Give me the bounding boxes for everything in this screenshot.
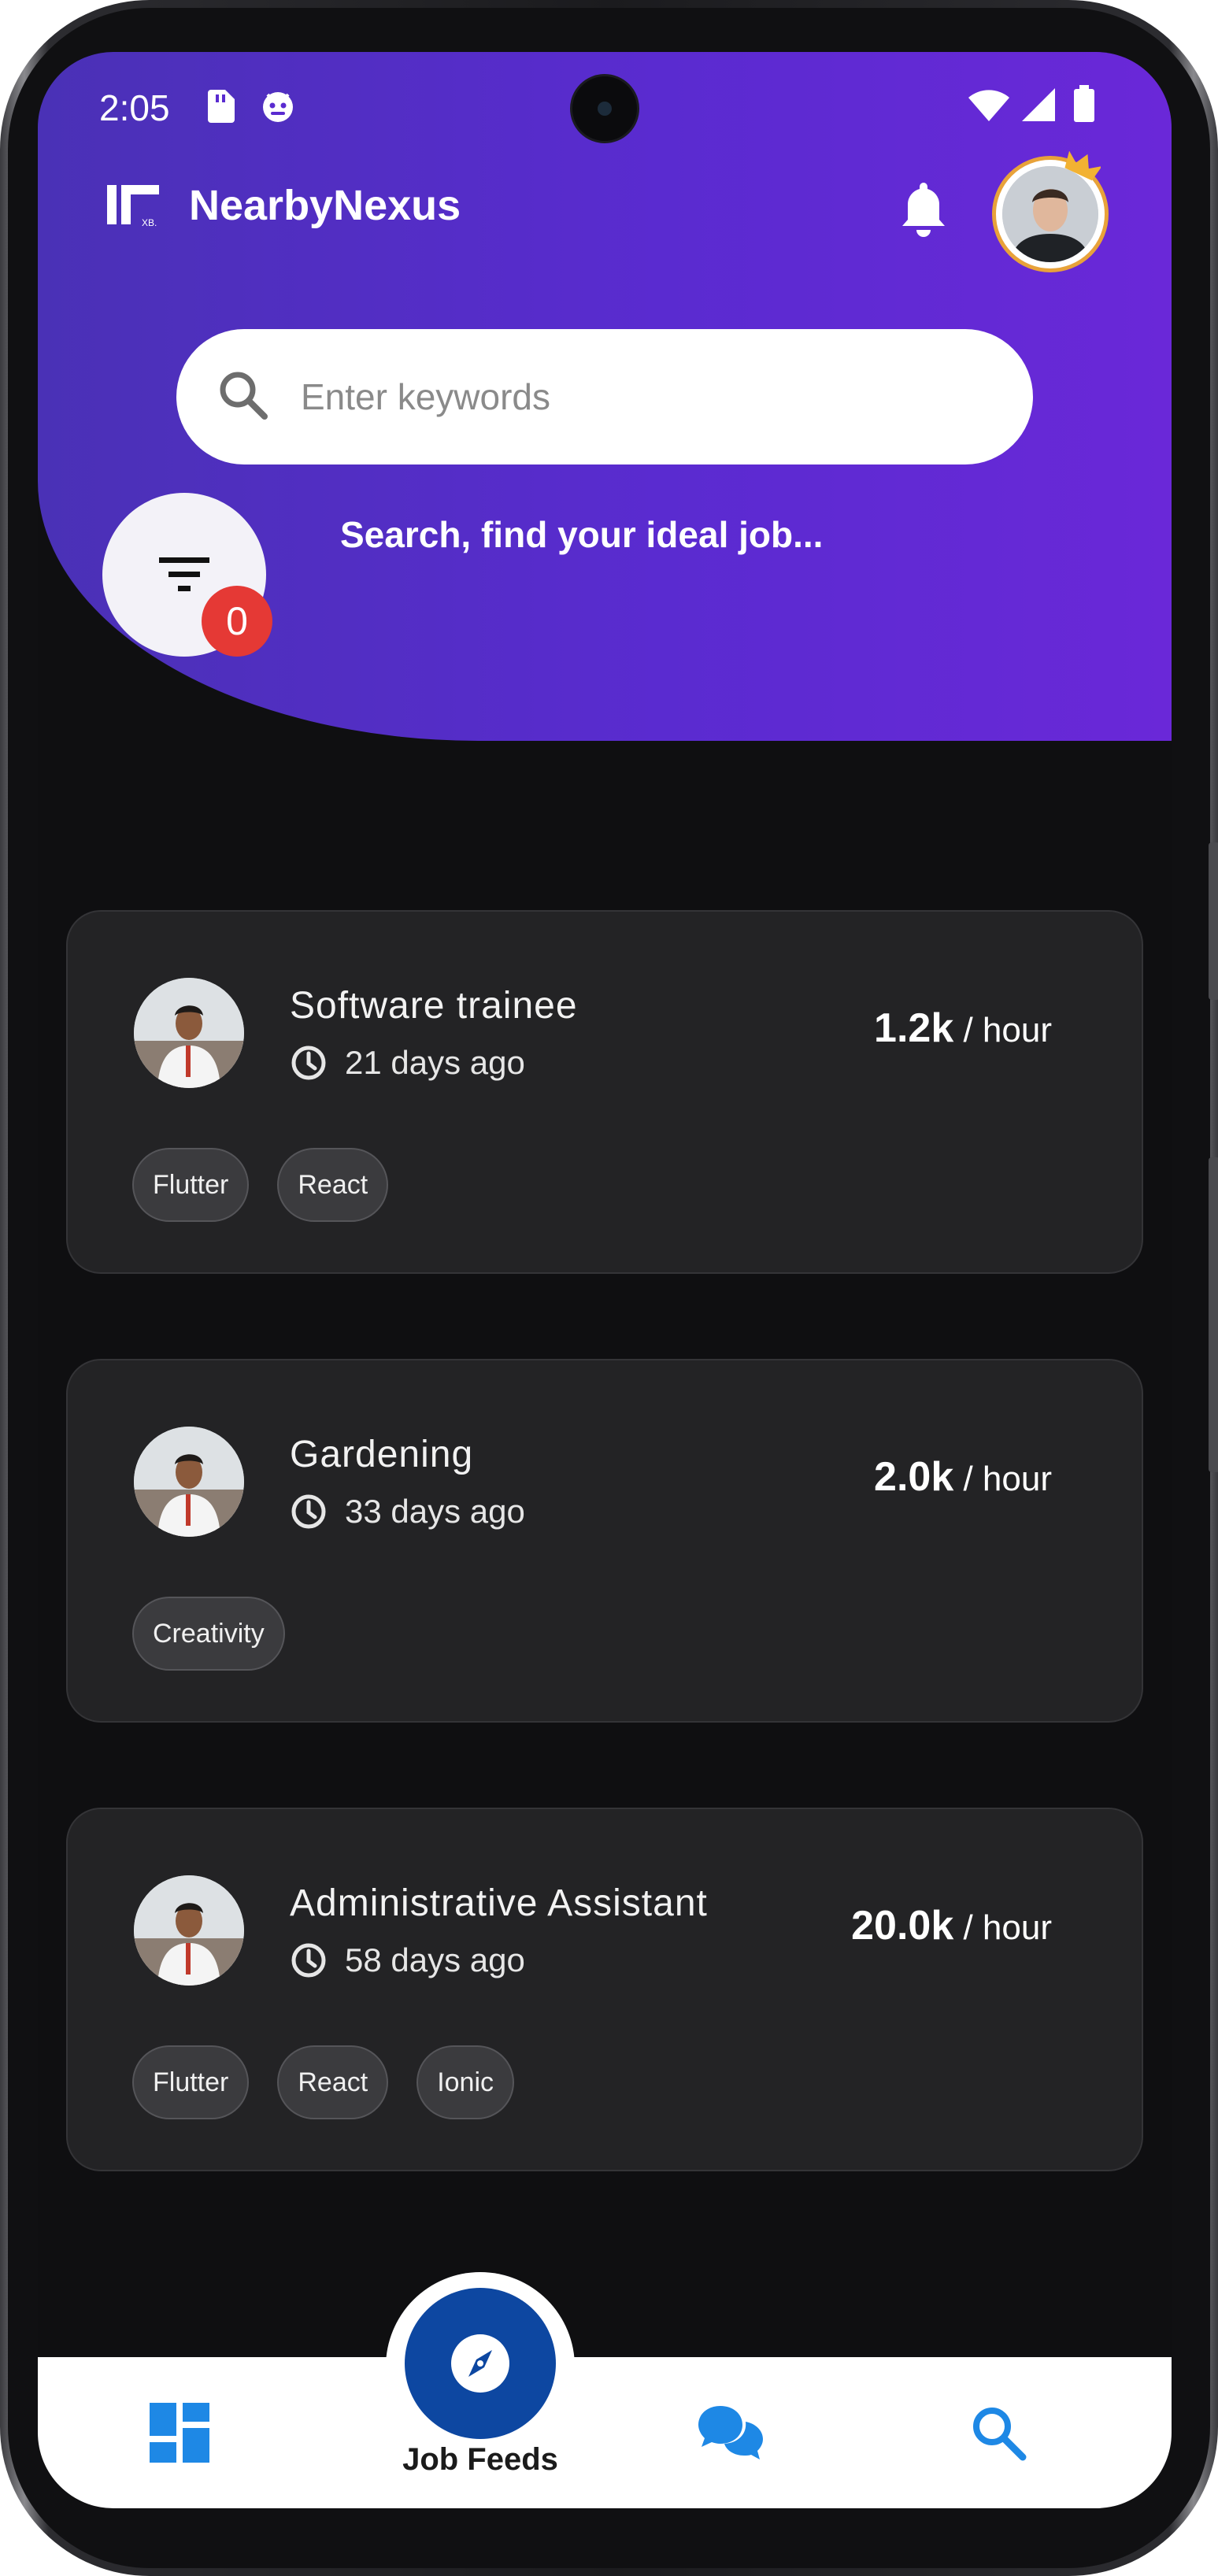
rate-value: 1.2k <box>874 1005 954 1051</box>
nav-dashboard[interactable] <box>101 2357 258 2508</box>
rate-value: 20.0k <box>851 1903 954 1949</box>
status-time: 2:05 <box>99 87 170 128</box>
crown-icon <box>1061 150 1102 190</box>
skill-tag[interactable]: Creativity <box>132 1597 285 1671</box>
job-posted: 21 days ago <box>290 1044 525 1082</box>
svg-text:XB.: XB. <box>142 217 157 228</box>
job-posted: 33 days ago <box>290 1493 525 1530</box>
front-camera <box>570 74 639 143</box>
skill-tag[interactable]: React <box>277 1148 389 1222</box>
notification-bell-icon[interactable] <box>896 178 951 245</box>
posted-time: 58 days ago <box>345 1941 525 1978</box>
app-logo-icon: XB. <box>107 182 162 229</box>
clock-icon <box>291 1046 326 1080</box>
posted-time: 33 days ago <box>345 1493 525 1530</box>
job-title: Gardening <box>290 1434 474 1475</box>
clock-icon <box>291 1494 326 1529</box>
battery-icon <box>1072 85 1096 127</box>
skill-tag[interactable]: Ionic <box>416 2045 515 2119</box>
rate-value: 2.0k <box>874 1454 954 1500</box>
job-title: Software trainee <box>290 985 578 1027</box>
chat-icon <box>698 2406 763 2459</box>
app-brand: XB. NearbyNexus <box>107 170 461 241</box>
signal-icon <box>1019 87 1057 127</box>
rate-unit: / hour <box>963 1011 1052 1049</box>
rate-unit: / hour <box>963 1460 1052 1498</box>
status-bar: 2:05 <box>38 52 1172 162</box>
employer-avatar <box>134 1875 244 1986</box>
search-tagline: Search, find your ideal job... <box>340 514 824 555</box>
job-title: Administrative Assistant <box>290 1882 708 1924</box>
compass-icon <box>451 2334 509 2393</box>
app-screen: 2:05 XB. NearbyNexus Enter keywords 0 Se… <box>38 52 1172 2508</box>
sd-card-icon <box>205 88 236 128</box>
job-feeds-label[interactable]: Job Feeds <box>384 2442 576 2478</box>
app-name: NearbyNexus <box>189 182 461 229</box>
skill-tag[interactable]: Flutter <box>132 1148 250 1222</box>
dashboard-icon <box>150 2403 209 2463</box>
wifi-icon <box>967 87 1011 127</box>
skill-tag[interactable]: Flutter <box>132 2045 250 2119</box>
job-tags: Flutter React <box>132 1148 389 1222</box>
android-debug-icon <box>260 88 296 128</box>
filter-icon <box>157 554 211 599</box>
job-card[interactable]: Software trainee 21 days ago 1.2k / hour… <box>66 910 1143 1274</box>
job-posted: 58 days ago <box>290 1941 525 1979</box>
employer-avatar <box>134 1427 244 1537</box>
job-card[interactable]: Administrative Assistant 58 days ago 20.… <box>66 1808 1143 2171</box>
volume-button <box>1209 842 1218 1000</box>
nav-chat[interactable] <box>652 2357 809 2508</box>
posted-time: 21 days ago <box>345 1044 525 1081</box>
search-input[interactable] <box>299 375 948 419</box>
nav-search[interactable] <box>920 2357 1077 2508</box>
job-rate: 1.2k / hour <box>874 1005 1052 1052</box>
power-button <box>1209 1157 1218 1472</box>
clock-icon <box>291 1943 326 1978</box>
job-rate: 20.0k / hour <box>851 1902 1052 1949</box>
job-rate: 2.0k / hour <box>874 1453 1052 1501</box>
job-card[interactable]: Gardening 33 days ago 2.0k / hour Creati… <box>66 1359 1143 1723</box>
job-tags: Creativity <box>132 1597 285 1671</box>
rate-unit: / hour <box>963 1908 1052 1947</box>
search-icon <box>973 2408 1027 2461</box>
job-tags: Flutter React Ionic <box>132 2045 515 2119</box>
search-icon <box>217 369 269 425</box>
bottom-nav <box>38 2357 1172 2508</box>
employer-avatar <box>134 978 244 1088</box>
filter-count-badge: 0 <box>202 586 272 657</box>
skill-tag[interactable]: React <box>277 2045 389 2119</box>
search-bar[interactable] <box>176 329 1033 464</box>
job-feeds-button[interactable] <box>405 2288 556 2439</box>
phone-frame: 2:05 XB. NearbyNexus Enter keywords 0 Se… <box>0 0 1218 2576</box>
